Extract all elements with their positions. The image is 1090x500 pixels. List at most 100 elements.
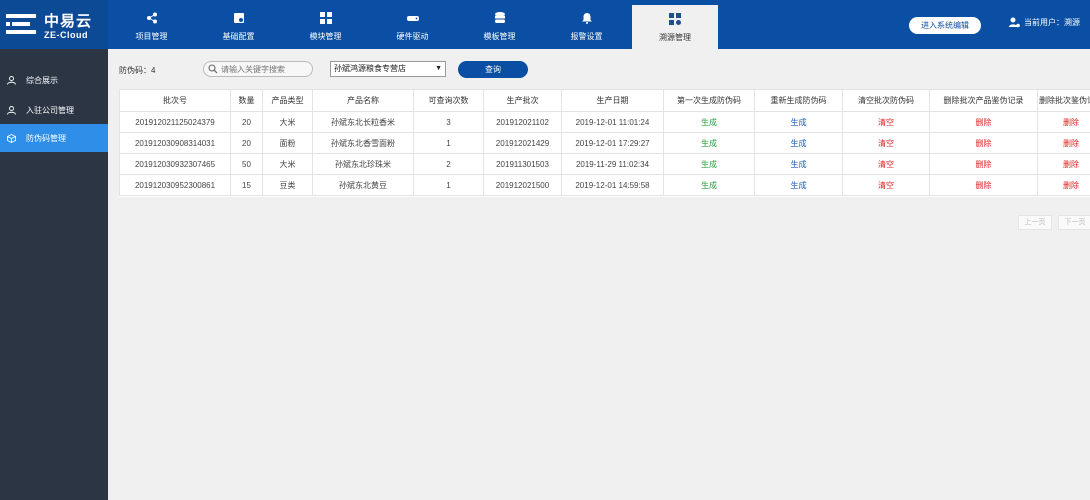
production-batch-cell: 201912021429: [483, 132, 562, 154]
brand-name-cn: 中易云: [44, 13, 93, 30]
nav-label: 项目管理: [135, 32, 168, 41]
sidebar-item-label: 入驻公司管理: [26, 105, 74, 115]
first-generate-link[interactable]: 生成: [663, 111, 755, 133]
user-icon: [7, 105, 16, 115]
sidebar-item-overview[interactable]: 综合展示: [0, 66, 108, 94]
production-batch-cell: 201912021500: [483, 174, 562, 196]
first-generate-link[interactable]: 生成: [663, 132, 755, 154]
query-count-cell: 3: [413, 111, 484, 133]
top-navigation-bar: 中易云 ZE-Cloud 项目管理 基础配置 模块管理 硬件驱动 模板管理 报警…: [0, 0, 1090, 49]
user-gear-icon: [1009, 17, 1020, 28]
query-button[interactable]: 查询: [458, 61, 528, 78]
next-page-button[interactable]: 下一页: [1058, 215, 1090, 230]
current-user[interactable]: 当前用户：溯源: [1009, 17, 1080, 28]
column-header: 第一次生成防伪码: [663, 89, 755, 112]
production-date-cell: 2019-12-01 14:59:58: [561, 174, 664, 196]
production-date-cell: 2019-12-01 11:01:24: [561, 111, 664, 133]
product-name-cell: 孙斌东北长粒香米: [312, 111, 414, 133]
store-select-value: 孙斌鸿源粮食专营店: [334, 64, 406, 73]
query-count-cell: 1: [413, 132, 484, 154]
nav-item-module[interactable]: 模块管理: [282, 0, 369, 49]
production-date-cell: 2019-11-29 11:02:34: [561, 153, 664, 175]
clear-link[interactable]: 清空: [842, 111, 930, 133]
production-batch-cell: 201911301503: [483, 153, 562, 175]
quantity-cell: 15: [230, 174, 263, 196]
regenerate-link[interactable]: 生成: [754, 111, 843, 133]
delete-batch-record-link[interactable]: 删除: [1037, 174, 1090, 196]
column-header: 删除批次产品鉴伪记录: [929, 89, 1038, 112]
batch-table: 批次号 数量 产品类型 产品名称 可查询次数 生产批次 生产日期 第一次生成防伪…: [119, 89, 1090, 197]
first-generate-link[interactable]: 生成: [663, 153, 755, 175]
clear-link[interactable]: 清空: [842, 174, 930, 196]
batch-id-cell: 201912030932307465: [119, 153, 231, 175]
column-header: 生产批次: [483, 89, 562, 112]
nav-item-hardware[interactable]: 硬件驱动: [369, 0, 456, 49]
nav-label: 模板管理: [483, 32, 516, 41]
user-icon: [7, 75, 16, 85]
main-nav: 项目管理 基础配置 模块管理 硬件驱动 模板管理 报警设置 溯源管理: [108, 0, 718, 49]
enter-system-edit-button[interactable]: 进入系统编辑: [909, 17, 981, 34]
delete-product-record-link[interactable]: 删除: [929, 153, 1038, 175]
nav-label: 模块管理: [309, 32, 342, 41]
brand-name-en: ZE-Cloud: [44, 30, 88, 40]
regenerate-link[interactable]: 生成: [754, 132, 843, 154]
column-header: 重新生成防伪码: [754, 89, 843, 112]
production-batch-cell: 201912021102: [483, 111, 562, 133]
delete-product-record-link[interactable]: 删除: [929, 111, 1038, 133]
apps-gear-icon: [669, 13, 681, 25]
nav-label: 报警设置: [570, 32, 603, 41]
product-type-cell: 大米: [262, 111, 313, 133]
product-name-cell: 孙斌东北香雪面粉: [312, 132, 414, 154]
delete-batch-record-link[interactable]: 删除: [1037, 153, 1090, 175]
nav-item-basic-config[interactable]: 基础配置: [195, 0, 282, 49]
column-header: 可查询次数: [413, 89, 484, 112]
nav-item-template[interactable]: 模板管理: [456, 0, 543, 49]
current-user-label: 当前用户：溯源: [1024, 18, 1080, 27]
bell-icon: [581, 13, 592, 24]
delete-batch-record-link[interactable]: 删除: [1037, 111, 1090, 133]
table-row: 201912030952300861 15 豆类 孙斌东北黄豆 1 201912…: [119, 174, 1090, 196]
nav-item-project[interactable]: 项目管理: [108, 0, 195, 49]
sidebar: 综合展示 入驻公司管理 防伪码管理: [0, 49, 108, 500]
regenerate-link[interactable]: 生成: [754, 174, 843, 196]
table-row: 201912030932307465 50 大米 孙斌东北珍珠米 2 20191…: [119, 153, 1090, 175]
first-generate-link[interactable]: 生成: [663, 174, 755, 196]
nav-item-alarm[interactable]: 报警设置: [543, 0, 630, 49]
delete-batch-record-link[interactable]: 删除: [1037, 132, 1090, 154]
sidebar-item-company[interactable]: 入驻公司管理: [0, 96, 108, 124]
caret-down-icon: ▼: [435, 65, 442, 72]
share-nodes-icon: [146, 12, 157, 24]
search-icon: [208, 64, 218, 74]
table-row: 201912030908314031 20 面粉 孙斌东北香雪面粉 1 2019…: [119, 132, 1090, 154]
product-type-cell: 面粉: [262, 132, 313, 154]
batch-id-cell: 201912030908314031: [119, 132, 231, 154]
brand-logo[interactable]: 中易云 ZE-Cloud: [0, 0, 108, 49]
delete-product-record-link[interactable]: 删除: [929, 174, 1038, 196]
quantity-cell: 50: [230, 153, 263, 175]
clear-link[interactable]: 清空: [842, 153, 930, 175]
query-count-cell: 2: [413, 153, 484, 175]
column-header: 产品类型: [262, 89, 313, 112]
delete-product-record-link[interactable]: 删除: [929, 132, 1038, 154]
column-header: 数量: [230, 89, 263, 112]
regenerate-link[interactable]: 生成: [754, 153, 843, 175]
sidebar-item-label: 防伪码管理: [26, 133, 66, 143]
config-card-icon: [233, 13, 244, 23]
batch-id-cell: 201912030952300861: [119, 174, 231, 196]
clear-link[interactable]: 清空: [842, 132, 930, 154]
logo-mark-icon: [6, 14, 36, 34]
column-header: 生产日期: [561, 89, 664, 112]
nav-label: 硬件驱动: [396, 32, 429, 41]
store-select[interactable]: 孙斌鸿源粮食专营店 ▼: [330, 61, 446, 77]
quantity-cell: 20: [230, 111, 263, 133]
column-header: 批次号: [119, 89, 231, 112]
quantity-cell: 20: [230, 132, 263, 154]
nav-item-traceability[interactable]: 溯源管理: [632, 5, 718, 49]
sidebar-item-anticounterfeit[interactable]: 防伪码管理: [0, 124, 108, 152]
nav-label: 基础配置: [222, 32, 255, 41]
prev-page-button[interactable]: 上一页: [1018, 215, 1052, 230]
product-type-cell: 大米: [262, 153, 313, 175]
search-input[interactable]: [203, 61, 313, 77]
product-type-cell: 豆类: [262, 174, 313, 196]
nav-label: 溯源管理: [659, 33, 691, 42]
